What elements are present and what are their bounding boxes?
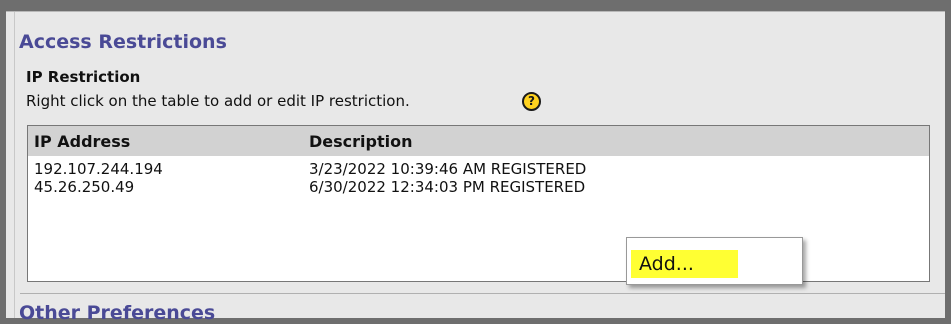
preferences-panel: Access Restrictions IP Restriction Right… bbox=[6, 11, 945, 324]
ip-restriction-title: IP Restriction bbox=[26, 68, 141, 86]
ip-restriction-help-text: Right click on the table to add or edit … bbox=[26, 92, 410, 110]
column-header-description[interactable]: Description bbox=[309, 132, 412, 151]
table-header: IP Address Description bbox=[28, 126, 929, 156]
other-preferences-title[interactable]: Other Preferences bbox=[19, 302, 215, 324]
context-menu-add[interactable]: Add... bbox=[631, 250, 738, 278]
ip-address-cell: 192.107.244.194 bbox=[34, 160, 163, 178]
context-menu: Add... bbox=[626, 237, 803, 285]
panel-border-line bbox=[14, 12, 15, 318]
help-icon[interactable]: ? bbox=[522, 92, 541, 111]
description-cell: 3/23/2022 10:39:46 AM REGISTERED bbox=[309, 160, 587, 178]
access-restrictions-title: Access Restrictions bbox=[19, 31, 227, 53]
description-cell: 6/30/2022 12:34:03 PM REGISTERED bbox=[309, 178, 586, 196]
table-row[interactable]: 45.26.250.49 6/30/2022 12:34:03 PM REGIS… bbox=[28, 178, 929, 196]
ip-address-cell: 45.26.250.49 bbox=[34, 178, 135, 196]
section-divider bbox=[20, 293, 945, 294]
column-header-ip-address[interactable]: IP Address bbox=[34, 132, 130, 151]
table-row[interactable]: 192.107.244.194 3/23/2022 10:39:46 AM RE… bbox=[28, 160, 929, 178]
